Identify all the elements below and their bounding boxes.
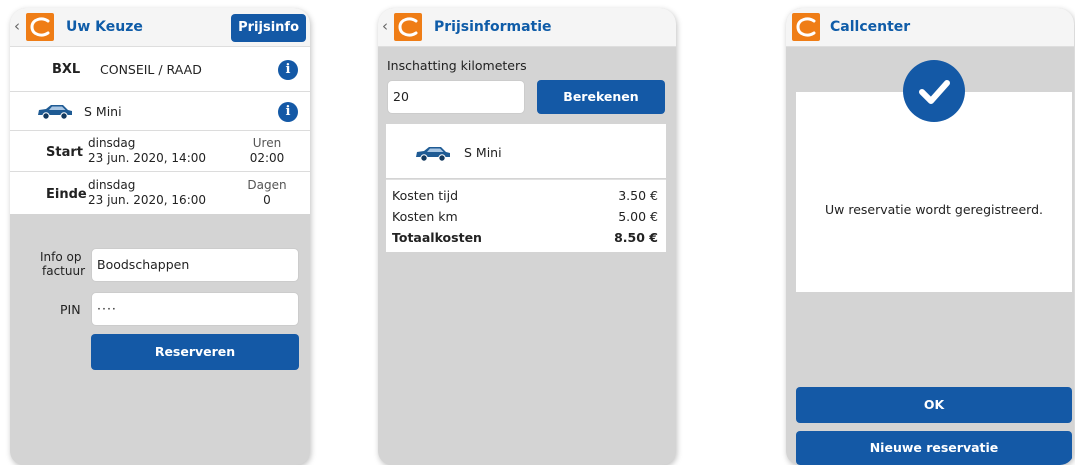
end-row[interactable]: Einde dinsdag 23 jun. 2020, 16:00 Dagen … [10, 172, 310, 214]
header: ‹ Prijsinformatie [378, 8, 676, 47]
cost-time-label: Kosten tijd [392, 188, 459, 203]
price-info-button[interactable]: Prijsinfo [231, 14, 306, 42]
km-input[interactable]: 20 [387, 80, 525, 114]
brand-logo-icon [394, 13, 422, 41]
pin-label: PIN [60, 302, 81, 317]
end-day: dinsdag [88, 178, 136, 192]
pin-input[interactable]: ···· [91, 292, 299, 326]
back-chevron-icon[interactable]: ‹ [382, 17, 388, 35]
hours-label: Uren [252, 136, 282, 150]
header: Callcenter [786, 8, 1074, 47]
start-label: Start [46, 145, 83, 160]
total-value: 8.50 € [614, 230, 658, 245]
confirmation-message: Uw reservatie wordt geregistreerd. [824, 202, 1043, 217]
cost-km-value: 5.00 € [618, 209, 658, 224]
hours-value: 02:00 [249, 151, 285, 165]
page-title: Prijsinformatie [434, 19, 552, 35]
car-model: S Mini [84, 104, 122, 119]
end-datetime: 23 jun. 2020, 16:00 [88, 193, 207, 207]
start-datetime: 23 jun. 2020, 14:00 [88, 151, 207, 165]
screen-uw-keuze: ‹ Uw Keuze Prijsinfo BXL CONSEIL / RAAD … [10, 8, 310, 465]
station-info-icon[interactable]: i [278, 60, 298, 80]
km-label: Inschatting kilometers [387, 58, 527, 73]
days-label: Dagen [247, 178, 287, 192]
car-icon [36, 102, 74, 120]
start-day: dinsdag [88, 136, 136, 150]
station-code: BXL [52, 62, 81, 77]
station-name: CONSEIL / RAAD [100, 62, 202, 77]
brand-logo-icon [26, 13, 54, 41]
page-title: Callcenter [830, 19, 911, 35]
brand-logo-icon [792, 13, 820, 41]
car-model: S Mini [464, 145, 502, 160]
end-label: Einde [46, 187, 87, 202]
new-reservation-button[interactable]: Nieuwe reservatie [796, 431, 1072, 465]
back-chevron-icon[interactable]: ‹ [14, 17, 20, 35]
total-label: Totaalkosten [392, 230, 482, 245]
invoice-input[interactable]: Boodschappen [91, 248, 299, 282]
invoice-label-line2: factuur [42, 264, 86, 278]
days-value: 0 [263, 193, 271, 207]
cost-table: Kosten tijd 3.50 € Kosten km 5.00 € Tota… [386, 179, 666, 252]
cost-km-label: Kosten km [392, 209, 458, 224]
check-icon [903, 60, 965, 122]
car-info-icon[interactable]: i [278, 102, 298, 122]
screen-prijsinformatie: ‹ Prijsinformatie Inschatting kilometers… [378, 8, 676, 465]
page-title: Uw Keuze [66, 19, 143, 35]
header: ‹ Uw Keuze Prijsinfo [10, 8, 310, 47]
start-row[interactable]: Start dinsdag 23 jun. 2020, 14:00 Uren 0… [10, 131, 310, 172]
invoice-label-line1: Info op [40, 250, 82, 264]
car-card: S Mini [386, 124, 666, 178]
calculate-button[interactable]: Berekenen [537, 80, 665, 114]
cost-time-value: 3.50 € [618, 188, 658, 203]
ok-button[interactable]: OK [796, 387, 1072, 423]
reserve-button[interactable]: Reserveren [91, 334, 299, 370]
car-row[interactable]: S Mini i [10, 92, 310, 131]
screen-callcenter: Callcenter Uw reservatie wordt geregistr… [786, 8, 1074, 465]
car-icon [414, 144, 452, 162]
station-row[interactable]: BXL CONSEIL / RAAD i [10, 47, 310, 92]
